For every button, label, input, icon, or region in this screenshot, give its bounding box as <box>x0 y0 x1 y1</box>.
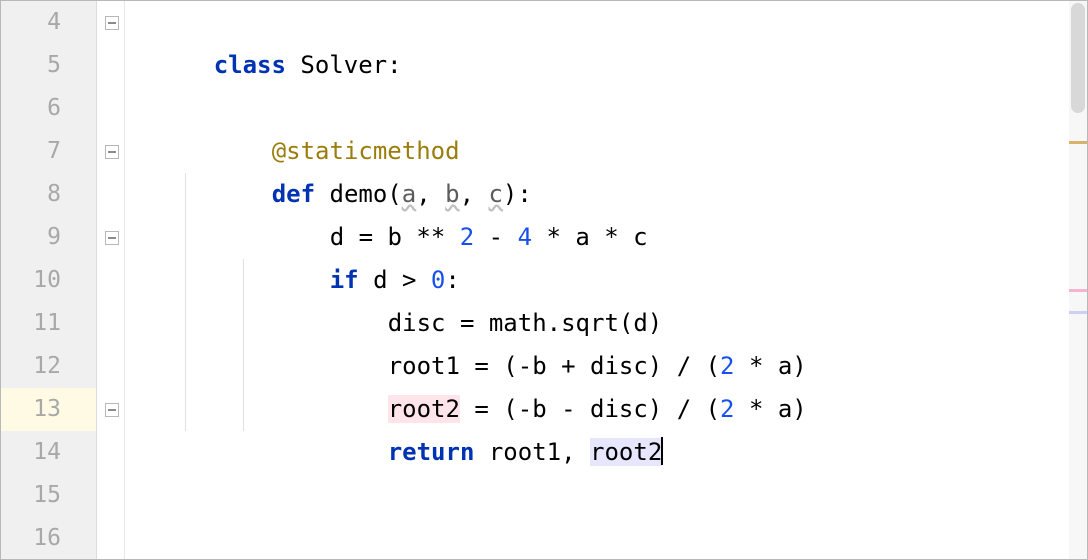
scrollbar-mark-warning <box>1069 141 1087 144</box>
line-number[interactable]: 15 <box>1 474 61 517</box>
code-line[interactable]: root2 = (-b - disc) / (2 * a) <box>301 345 807 388</box>
code-line[interactable]: class Solver: <box>127 1 402 44</box>
line-number[interactable]: 12 <box>1 345 61 388</box>
punct-colon: : <box>387 51 401 79</box>
code-editor[interactable]: 4 5 6 7 8 9 10 11 12 13 14 15 16 class S… <box>0 0 1088 560</box>
code-text: * a) <box>735 395 807 423</box>
fold-column <box>97 1 125 559</box>
text-caret <box>661 437 663 465</box>
code-text: - <box>474 223 517 251</box>
line-number[interactable]: 10 <box>1 259 61 302</box>
fold-end-icon[interactable] <box>105 403 119 417</box>
code-area[interactable]: class Solver: @staticmethod def demo(a, … <box>125 1 1069 559</box>
line-number[interactable]: 5 <box>1 44 61 87</box>
line-number[interactable]: 16 <box>1 517 61 560</box>
keyword-class: class <box>214 51 301 79</box>
number-literal: 2 <box>720 395 734 423</box>
line-number[interactable]: 9 <box>1 216 61 259</box>
number-literal: 2 <box>460 223 474 251</box>
code-text: root1, <box>489 438 590 466</box>
code-line[interactable]: root1 = (-b + disc) / (2 * a) <box>301 302 807 345</box>
scrollbar-mark-usage <box>1069 311 1087 314</box>
line-number[interactable]: 11 <box>1 302 61 345</box>
code-line[interactable]: return root1, root2 <box>301 388 663 431</box>
code-text: * a * c <box>532 223 648 251</box>
code-text-highlight: root2 <box>590 438 662 466</box>
number-literal: 4 <box>518 223 532 251</box>
code-line[interactable]: @staticmethod <box>185 87 460 130</box>
code-line[interactable]: if d > 0: <box>243 216 460 259</box>
code-line[interactable]: disc = math.sqrt(d) <box>301 259 662 302</box>
keyword-return: return <box>388 438 489 466</box>
line-number[interactable]: 6 <box>1 87 61 130</box>
fold-toggle-icon[interactable] <box>105 145 119 159</box>
fold-toggle-icon[interactable] <box>105 16 119 30</box>
class-name: Solver <box>300 51 387 79</box>
scrollbar[interactable] <box>1069 1 1087 559</box>
scrollbar-mark-usage <box>1069 289 1087 292</box>
fold-toggle-icon[interactable] <box>105 231 119 245</box>
code-line[interactable]: def demo(a, b, c): <box>185 130 532 173</box>
line-number[interactable]: 13 <box>1 388 61 431</box>
line-number[interactable]: 4 <box>1 1 61 44</box>
line-number[interactable]: 8 <box>1 173 61 216</box>
scrollbar-thumb[interactable] <box>1071 3 1085 113</box>
code-line[interactable]: d = b ** 2 - 4 * a * c <box>243 173 648 216</box>
gutter[interactable]: 4 5 6 7 8 9 10 11 12 13 14 15 16 <box>1 1 97 559</box>
line-number[interactable]: 14 <box>1 431 61 474</box>
line-number[interactable]: 7 <box>1 130 61 173</box>
